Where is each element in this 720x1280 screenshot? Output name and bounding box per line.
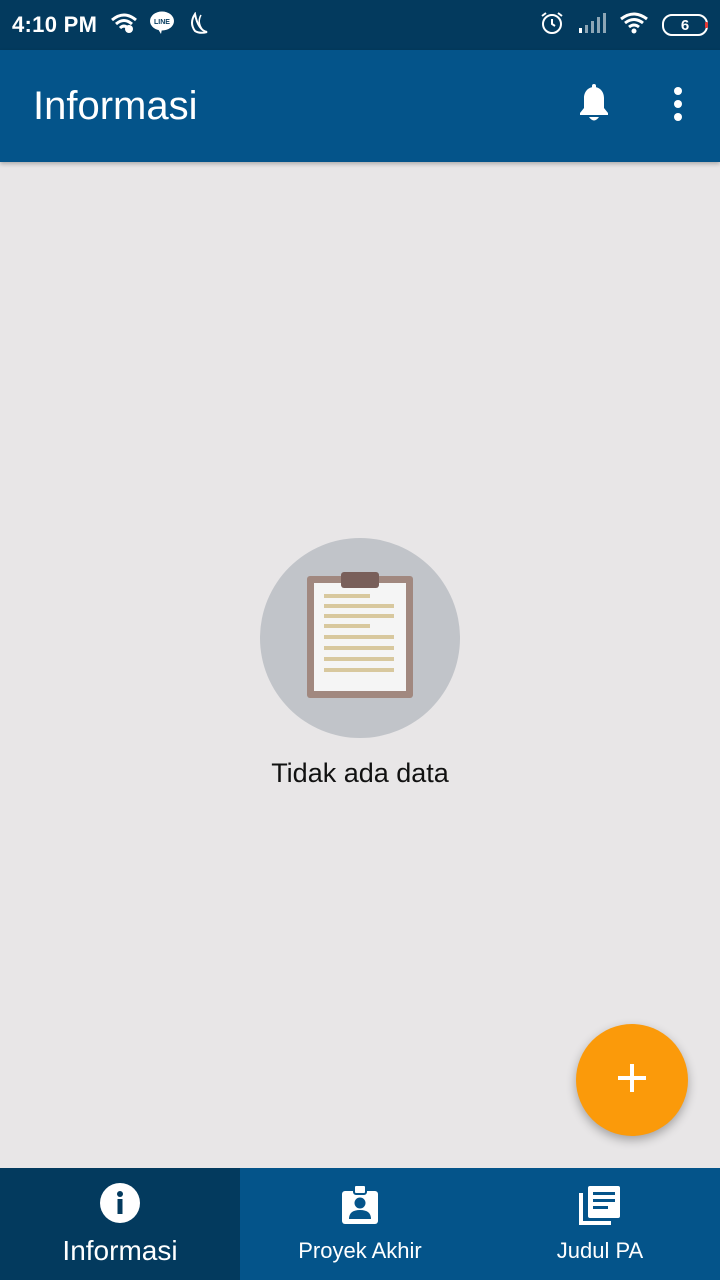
notifications-button[interactable]	[552, 64, 636, 148]
nav-item-informasi[interactable]: Informasi	[0, 1168, 240, 1280]
signal-icon	[578, 12, 606, 39]
empty-state-illustration	[260, 538, 460, 738]
moon-icon	[187, 10, 209, 39]
status-notification-icons: LINE	[111, 10, 209, 40]
nav-label-proyek-akhir: Proyek Akhir	[298, 1237, 422, 1263]
add-button[interactable]	[576, 1024, 688, 1136]
empty-state: Tidak ada data	[0, 538, 720, 789]
svg-text:LINE: LINE	[154, 19, 170, 26]
more-vert-icon	[673, 86, 683, 127]
nav-item-proyek-akhir[interactable]: Proyek Akhir	[240, 1168, 480, 1280]
app-bar: Informasi	[0, 50, 720, 162]
library-books-icon	[579, 1185, 621, 1230]
status-system-icons: 6	[540, 11, 708, 40]
wifi-speed-icon	[111, 12, 138, 39]
empty-state-message: Tidak ada data	[271, 758, 449, 788]
status-bar: 4:10 PM LINE 6	[0, 0, 720, 50]
plus-icon	[617, 1063, 647, 1098]
clipboard-icon	[305, 571, 415, 705]
id-badge-icon	[341, 1183, 379, 1230]
battery-indicator: 6	[662, 14, 708, 36]
nav-item-judul-pa[interactable]: Judul PA	[480, 1168, 720, 1280]
page-title: Informasi	[33, 83, 198, 128]
status-time: 4:10 PM	[12, 12, 98, 37]
more-options-button[interactable]	[636, 64, 720, 148]
nav-label-informasi: Informasi	[62, 1234, 178, 1266]
wifi-icon	[620, 12, 648, 39]
nav-label-judul-pa: Judul PA	[556, 1237, 644, 1263]
bottom-navigation: Informasi Proyek Akhir Judul PA	[0, 1168, 720, 1280]
info-icon	[99, 1182, 141, 1229]
content-area: Tidak ada data	[0, 162, 720, 1167]
app-bar-actions	[552, 64, 720, 148]
line-icon: LINE	[149, 11, 175, 40]
alarm-icon	[540, 11, 564, 40]
bell-icon	[577, 83, 611, 129]
